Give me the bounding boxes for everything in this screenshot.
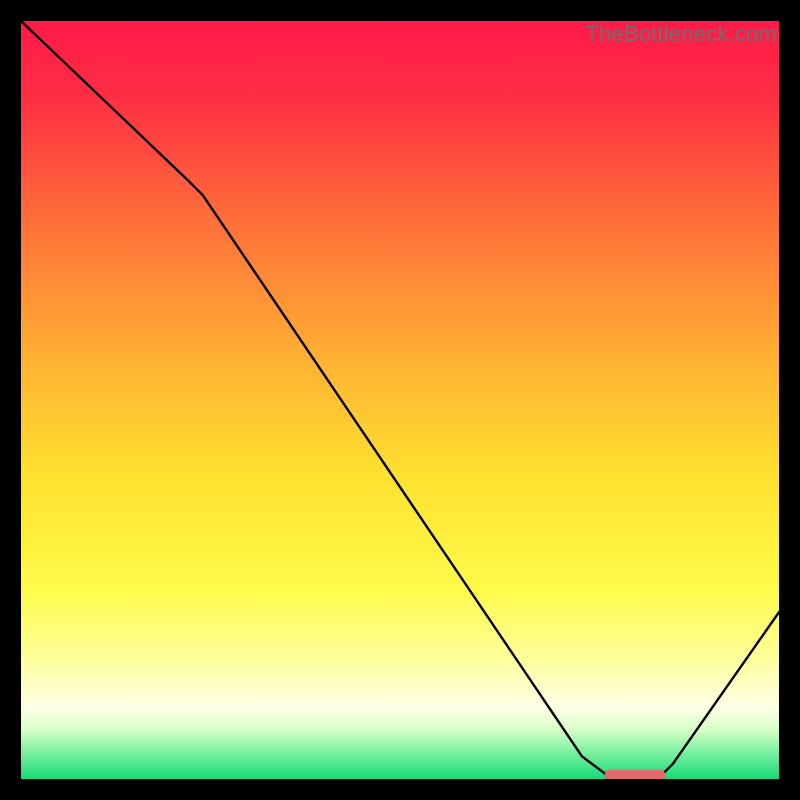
gradient-rect [21, 21, 779, 779]
optimal-marker [605, 770, 666, 779]
watermark-text: TheBottleneck.com [585, 21, 777, 47]
chart-frame: TheBottleneck.com [21, 21, 779, 779]
bottleneck-chart [21, 21, 779, 779]
